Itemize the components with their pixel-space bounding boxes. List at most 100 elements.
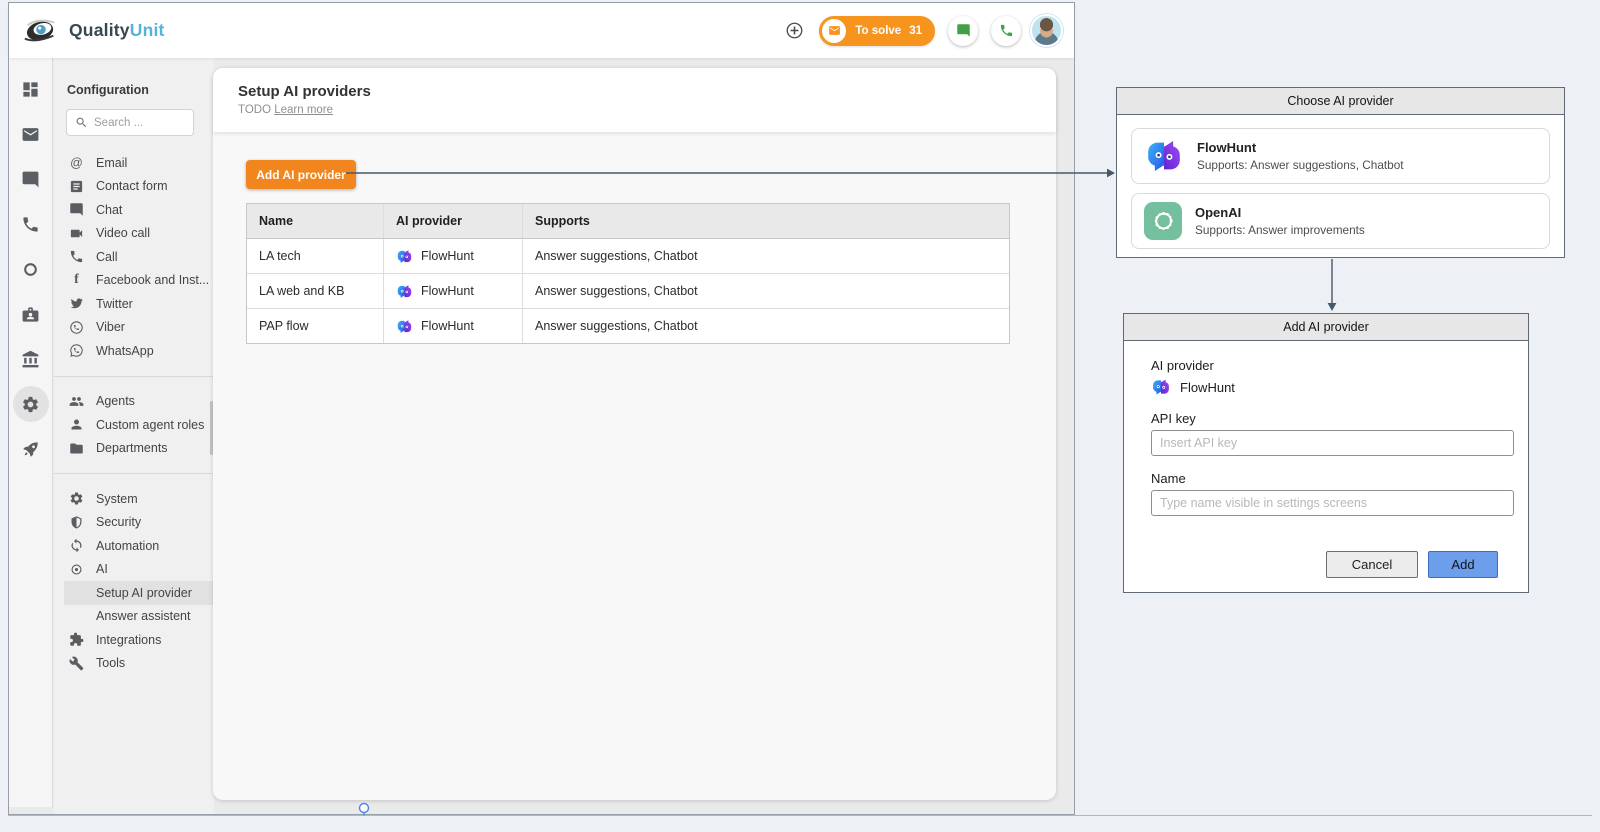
- cell-supports: Answer suggestions, Chatbot: [523, 274, 1009, 308]
- cancel-button[interactable]: Cancel: [1326, 551, 1418, 578]
- brand-logo[interactable]: QualityUnit: [9, 16, 165, 46]
- ai-icon: [68, 562, 85, 577]
- rail-item-chat[interactable]: [13, 161, 49, 197]
- add-ai-provider-dialog: Add AI provider AI provider FlowHunt API…: [1123, 313, 1529, 593]
- sidebar-item-chat[interactable]: Chat: [54, 198, 214, 222]
- search-placeholder: Search ...: [94, 117, 143, 129]
- sidebar-item-agents[interactable]: Agents: [54, 390, 214, 414]
- chat-icon: [68, 202, 85, 217]
- cell-supports: Answer suggestions, Chatbot: [523, 309, 1009, 343]
- sidebar-item-facebook-and-inst[interactable]: fFacebook and Inst...: [54, 269, 214, 293]
- sidebar-item-contact-form[interactable]: Contact form: [54, 175, 214, 199]
- flowhunt-icon: [396, 248, 413, 265]
- call-status-button[interactable]: [991, 16, 1021, 46]
- sidebar-item-security[interactable]: Security: [54, 511, 214, 535]
- shield-icon: [68, 515, 85, 530]
- icon-rail: [9, 58, 53, 807]
- rail-item-rocket[interactable]: [13, 431, 49, 467]
- sidebar-item-whatsapp[interactable]: WhatsApp: [54, 339, 214, 363]
- sync-icon: [68, 538, 85, 553]
- add-new-icon[interactable]: [785, 21, 804, 40]
- gear-icon: [21, 395, 40, 414]
- sidebar-item-custom-agent-roles[interactable]: Custom agent roles: [54, 413, 214, 437]
- rail-item-badge[interactable]: [13, 296, 49, 332]
- table-header-row: NameAI providerSupports: [247, 204, 1009, 239]
- ai-provider-label: AI provider: [1151, 358, 1214, 373]
- sidebar-item-twitter[interactable]: Twitter: [54, 292, 214, 316]
- sidebar-divider: [54, 473, 214, 474]
- user-avatar[interactable]: [1030, 14, 1063, 47]
- rail-item-gear[interactable]: [13, 386, 49, 422]
- sidebar-item-viber[interactable]: Viber: [54, 316, 214, 340]
- videocam-icon: [69, 226, 84, 241]
- selected-provider-name: FlowHunt: [1180, 380, 1235, 395]
- twitter-icon: [68, 296, 85, 311]
- twitter-icon: [69, 296, 84, 311]
- dashboard-icon: [21, 80, 40, 99]
- rail-item-mail[interactable]: [13, 116, 49, 152]
- app-window: QualityUnit To solve 31 Configuration Se…: [8, 2, 1075, 815]
- viber-icon: [68, 320, 85, 335]
- sidebar-title: Configuration: [67, 83, 214, 97]
- rail-item-ring[interactable]: [13, 251, 49, 287]
- flowhunt-icon: [1144, 136, 1184, 176]
- agents-icon: [68, 394, 85, 409]
- learn-more-link[interactable]: Learn more: [274, 104, 333, 116]
- sidebar-item-email[interactable]: @Email: [54, 151, 214, 175]
- call-icon: [69, 249, 84, 264]
- table-row[interactable]: PAP flowFlowHuntAnswer suggestions, Chat…: [247, 309, 1009, 343]
- to-solve-count: 31: [909, 25, 922, 37]
- wrench-icon: [69, 656, 84, 671]
- main-content-card: Setup AI providers TODO Learn more Add A…: [213, 68, 1056, 800]
- choose-panel-title: Choose AI provider: [1117, 88, 1564, 115]
- puzzle-icon: [69, 632, 84, 647]
- sidebar-list: @EmailContact formChatVideo callCallfFac…: [54, 151, 214, 675]
- sidebar-search[interactable]: Search ...: [66, 109, 194, 136]
- rail-item-call[interactable]: [13, 206, 49, 242]
- to-solve-button[interactable]: To solve 31: [819, 16, 935, 46]
- viber-icon: [69, 320, 84, 335]
- provider-name: OpenAI: [1195, 205, 1365, 220]
- gear-icon: [69, 491, 84, 506]
- videocam-icon: [68, 226, 85, 241]
- chat-status-button[interactable]: [948, 16, 978, 46]
- sidebar-item-video-call[interactable]: Video call: [54, 222, 214, 246]
- call-icon: [68, 249, 85, 264]
- chat-icon: [956, 23, 971, 38]
- wrench-icon: [68, 656, 85, 671]
- sidebar-item-automation[interactable]: Automation: [54, 534, 214, 558]
- provider-option-openai[interactable]: OpenAISupports: Answer improvements: [1131, 193, 1550, 249]
- gear-icon: [68, 491, 85, 506]
- page-header: Setup AI providers TODO Learn more: [213, 68, 1056, 132]
- sidebar-item-integrations[interactable]: Integrations: [54, 628, 214, 652]
- sidebar-item-system[interactable]: System: [54, 487, 214, 511]
- api-key-input[interactable]: [1151, 430, 1514, 456]
- form-icon: [69, 179, 84, 194]
- sidebar-item-call[interactable]: Call: [54, 245, 214, 269]
- provider-option-flowhunt[interactable]: FlowHuntSupports: Answer suggestions, Ch…: [1131, 128, 1550, 184]
- envelope-icon: [822, 19, 846, 43]
- call-icon: [21, 215, 40, 234]
- to-solve-label: To solve: [855, 25, 901, 37]
- sidebar-item-tools[interactable]: Tools: [54, 652, 214, 676]
- provider-supports: Supports: Answer suggestions, Chatbot: [1197, 158, 1404, 172]
- sidebar-item-answer-assistent[interactable]: Answer assistent: [54, 605, 214, 629]
- table-row[interactable]: LA techFlowHuntAnswer suggestions, Chatb…: [247, 239, 1009, 274]
- add-button[interactable]: Add: [1428, 551, 1498, 578]
- rail-item-dashboard[interactable]: [13, 71, 49, 107]
- sidebar-item-departments[interactable]: Departments: [54, 437, 214, 461]
- person-icon: [68, 417, 85, 432]
- name-input[interactable]: [1151, 490, 1514, 516]
- shield-icon: [69, 515, 84, 530]
- sidebar-item-setup-ai-provider[interactable]: Setup AI provider: [64, 581, 214, 605]
- rail-item-bank[interactable]: [13, 341, 49, 377]
- ai-providers-table: NameAI providerSupportsLA techFlowHuntAn…: [246, 203, 1010, 344]
- puzzle-icon: [68, 632, 85, 647]
- sidebar-item-ai[interactable]: AI: [54, 558, 214, 582]
- openai-icon: [1144, 202, 1182, 240]
- add-ai-provider-button[interactable]: Add AI provider: [246, 160, 356, 189]
- cell-name: LA tech: [247, 239, 384, 273]
- table-row[interactable]: LA web and KBFlowHuntAnswer suggestions,…: [247, 274, 1009, 309]
- name-label: Name: [1151, 471, 1186, 486]
- qualityunit-eye-icon: [22, 16, 60, 46]
